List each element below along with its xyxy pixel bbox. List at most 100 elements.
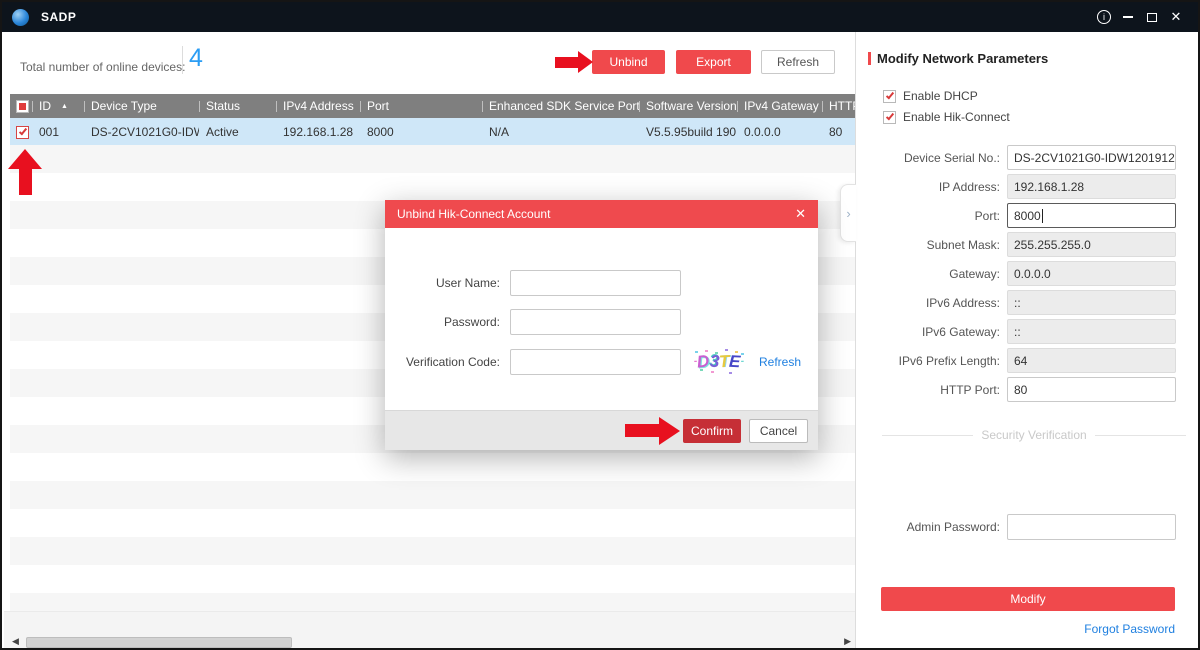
unbind-button[interactable]: Unbind (592, 50, 665, 74)
ipv6-prefix-label: IPv6 Prefix Length: (864, 354, 1007, 368)
select-all-cell (10, 94, 32, 118)
enable-dhcp-label: Enable DHCP (903, 89, 978, 103)
minimize-icon (1123, 16, 1133, 18)
total-separator (182, 46, 183, 74)
password-label: Password: (385, 315, 510, 329)
app-title: SADP (41, 10, 76, 24)
maximize-button[interactable] (1140, 6, 1164, 28)
modify-button[interactable]: Modify (881, 587, 1175, 611)
captcha-image: -D3TE- (689, 348, 749, 375)
cell-ipv4-gateway: 0.0.0.0 (737, 125, 822, 139)
ipv6-gateway-label: IPv6 Gateway: (864, 325, 1007, 339)
cancel-button[interactable]: Cancel (749, 419, 808, 443)
cell-status: Active (199, 125, 276, 139)
device-row[interactable]: 001 DS-2CV1021G0-IDW1 Active 192.168.1.2… (10, 118, 855, 145)
enable-dhcp-checkbox[interactable] (883, 90, 896, 103)
column-header-device-type[interactable]: Device Type (84, 94, 199, 118)
titlebar: SADP i ✕ (2, 2, 1198, 32)
username-input[interactable] (510, 270, 681, 296)
panel-collapse-handle[interactable]: › (840, 184, 856, 242)
device-serial-input[interactable]: DS-2CV1021G0-IDW120191202AA (1007, 145, 1176, 170)
cell-id: 001 (32, 125, 84, 139)
http-port-label: HTTP Port: (864, 383, 1007, 397)
enable-hik-connect-row: Enable Hik-Connect (883, 110, 1200, 124)
cell-port: 8000 (360, 125, 482, 139)
gateway-input: 0.0.0.0 (1007, 261, 1176, 286)
checkbox-check-icon (885, 112, 893, 121)
cell-software-version: V5.5.95build 190... (639, 125, 737, 139)
select-all-checkbox[interactable] (16, 100, 29, 113)
cell-http: 80 (822, 125, 855, 139)
checkbox-check-icon (885, 91, 893, 100)
sadp-window: SADP i ✕ Total number of online devices:… (0, 0, 1200, 650)
dialog-header: Unbind Hik-Connect Account ✕ (385, 200, 818, 228)
verification-code-label: Verification Code: (385, 355, 510, 369)
checkbox-check-icon (18, 127, 26, 136)
unbind-dialog: Unbind Hik-Connect Account ✕ User Name: … (385, 200, 818, 450)
dialog-footer: Confirm Cancel (385, 410, 818, 450)
annotation-arrow-confirm (625, 417, 680, 445)
ipv6-prefix-input: 64 (1007, 348, 1176, 373)
info-icon: i (1097, 10, 1111, 24)
column-header-enhanced-sdk[interactable]: Enhanced SDK Service Port (482, 94, 639, 118)
admin-password-input[interactable] (1007, 514, 1176, 540)
dialog-close-icon[interactable]: ✕ (795, 206, 806, 222)
http-port-input[interactable]: 80 (1007, 377, 1176, 402)
refresh-button[interactable]: Refresh (761, 50, 835, 74)
captcha-refresh-link[interactable]: Refresh (759, 355, 801, 369)
scroll-left-icon[interactable]: ◀ (12, 636, 19, 647)
enable-hik-connect-checkbox[interactable] (883, 111, 896, 124)
port-input[interactable]: 8000 (1007, 203, 1176, 228)
annotation-arrow-checkbox (8, 149, 42, 195)
security-verification-divider: Security Verification (882, 428, 1186, 442)
confirm-button[interactable]: Confirm (683, 419, 741, 443)
close-button[interactable]: ✕ (1164, 6, 1188, 28)
column-header-port[interactable]: Port (360, 94, 482, 118)
title-accent-bar (868, 52, 871, 65)
chevron-right-icon: › (846, 206, 850, 221)
subnet-mask-label: Subnet Mask: (864, 238, 1007, 252)
dialog-title: Unbind Hik-Connect Account (397, 207, 795, 221)
modify-network-panel: Modify Network Parameters Enable DHCP En… (855, 32, 1200, 650)
annotation-arrow-unbind (555, 51, 593, 73)
cell-enhanced-sdk: N/A (482, 125, 639, 139)
export-button[interactable]: Export (676, 50, 751, 74)
table-footer-band (4, 611, 855, 635)
column-header-id[interactable]: ID▲ (32, 94, 84, 118)
admin-password-label: Admin Password: (864, 520, 1007, 534)
ipv6-address-input: :: (1007, 290, 1176, 315)
enable-hik-connect-label: Enable Hik-Connect (903, 110, 1010, 124)
subnet-mask-input: 255.255.255.0 (1007, 232, 1176, 257)
forgot-password-link[interactable]: Forgot Password (856, 622, 1175, 636)
enable-dhcp-row: Enable DHCP (883, 89, 1200, 103)
minimize-button[interactable] (1116, 6, 1140, 28)
info-button[interactable]: i (1092, 6, 1116, 28)
password-input[interactable] (510, 309, 681, 335)
sort-asc-icon: ▲ (61, 103, 68, 110)
checkbox-partial-icon (19, 103, 26, 110)
row-checkbox[interactable] (16, 126, 29, 139)
sadp-logo-icon (12, 9, 29, 26)
port-label: Port: (864, 209, 1007, 223)
ip-address-input: 192.168.1.28 (1007, 174, 1176, 199)
device-table-header: ID▲ Device Type Status IPv4 Address Port… (10, 94, 855, 118)
ip-address-label: IP Address: (864, 180, 1007, 194)
verification-code-input[interactable] (510, 349, 681, 375)
ipv6-gateway-input: :: (1007, 319, 1176, 344)
panel-title: Modify Network Parameters (868, 50, 1200, 66)
column-header-http[interactable]: HTTP (822, 94, 855, 118)
column-header-status[interactable]: Status (199, 94, 276, 118)
horizontal-scrollbar[interactable]: ◀ ▶ (4, 635, 855, 650)
column-header-ipv4[interactable]: IPv4 Address (276, 94, 360, 118)
cell-device-type: DS-2CV1021G0-IDW1 (84, 125, 199, 139)
device-serial-label: Device Serial No.: (864, 151, 1007, 165)
total-devices-count: 4 (189, 44, 203, 73)
column-header-software-version[interactable]: Software Version (639, 94, 737, 118)
scrollbar-thumb[interactable] (26, 637, 292, 648)
username-label: User Name: (385, 276, 510, 290)
ipv6-address-label: IPv6 Address: (864, 296, 1007, 310)
cell-ipv4: 192.168.1.28 (276, 125, 360, 139)
scroll-right-icon[interactable]: ▶ (844, 636, 851, 647)
text-caret (1042, 209, 1043, 223)
column-header-ipv4-gateway[interactable]: IPv4 Gateway (737, 94, 822, 118)
